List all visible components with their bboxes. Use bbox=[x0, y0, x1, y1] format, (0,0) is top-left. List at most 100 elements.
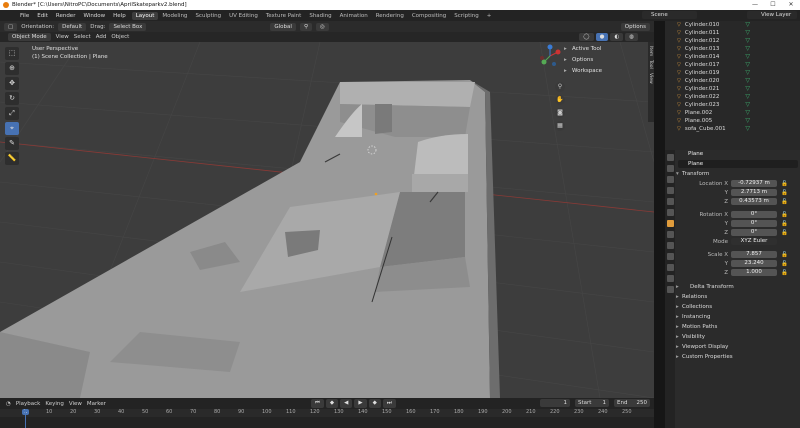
annotate-icon[interactable]: ✎ bbox=[5, 137, 19, 150]
npanel-workspace[interactable]: Workspace bbox=[564, 66, 646, 77]
pan-hand-icon[interactable]: ✋ bbox=[555, 95, 565, 105]
physics-props-icon[interactable] bbox=[666, 253, 674, 260]
scene-props-icon[interactable] bbox=[666, 198, 674, 205]
menu-keying[interactable]: Keying bbox=[45, 401, 63, 407]
scale-icon[interactable]: ⤢ bbox=[5, 107, 19, 120]
viewport-display-panel[interactable]: Viewport Display bbox=[676, 342, 800, 352]
delta-transform-panel[interactable]: Delta Transform bbox=[676, 282, 800, 292]
outliner-item[interactable]: ▽ Cylinder.011 ▽ bbox=[665, 29, 800, 37]
options-dropdown[interactable]: Options bbox=[620, 22, 650, 31]
tool-props-icon[interactable] bbox=[666, 154, 674, 161]
prev-key-icon[interactable]: ◆ bbox=[325, 399, 339, 408]
lock-icon[interactable]: 🔓 bbox=[781, 230, 788, 236]
menu-view[interactable]: View bbox=[56, 34, 69, 40]
3d-viewport[interactable]: User Perspective (1) Scene Collection | … bbox=[0, 42, 654, 398]
menu-playback[interactable]: Playback bbox=[16, 401, 41, 407]
proportional-edit-toggle[interactable]: ◎ bbox=[315, 22, 329, 31]
tab-view[interactable]: View bbox=[648, 73, 653, 84]
close-button[interactable]: ✕ bbox=[782, 0, 800, 10]
scale-z-field[interactable]: 1.000 bbox=[731, 269, 777, 276]
outliner-item[interactable]: ▽ Cylinder.010 ▽ bbox=[665, 21, 800, 29]
material-shading-icon[interactable]: ◐ bbox=[610, 33, 624, 41]
outliner-item[interactable]: ▽ sofa_Cube.001 ▽ bbox=[665, 125, 800, 133]
view-layer-selector[interactable]: View Layer bbox=[747, 11, 797, 19]
zoom-icon[interactable]: ⚲ bbox=[555, 82, 565, 92]
grid-toggle-icon[interactable]: ▦ bbox=[555, 121, 565, 131]
tab-scripting[interactable]: Scripting bbox=[450, 12, 482, 20]
menu-marker[interactable]: Marker bbox=[87, 401, 106, 407]
snap-toggle[interactable]: ⚲ bbox=[299, 22, 312, 31]
transform-icon[interactable]: ⌖ bbox=[5, 122, 19, 135]
object-mode-dropdown[interactable]: Object Mode bbox=[8, 33, 51, 41]
current-frame-field[interactable]: 1 bbox=[540, 399, 570, 407]
transform-orientation-dropdown[interactable]: Global bbox=[270, 22, 296, 31]
material-props-icon[interactable] bbox=[666, 286, 674, 293]
playhead[interactable] bbox=[25, 409, 26, 428]
menu-timeline-view[interactable]: View bbox=[69, 401, 82, 407]
tab-modeling[interactable]: Modeling bbox=[158, 12, 191, 20]
tab-animation[interactable]: Animation bbox=[336, 12, 372, 20]
rotation-y-field[interactable]: 0° bbox=[731, 220, 777, 227]
lock-icon[interactable]: 🔓 bbox=[781, 199, 788, 205]
tab-item[interactable]: Item bbox=[648, 46, 653, 56]
tab-shading[interactable]: Shading bbox=[305, 12, 335, 20]
navigation-gizmo[interactable] bbox=[538, 44, 562, 68]
location-x-field[interactable]: -0.72937 m bbox=[731, 180, 777, 187]
tab-tool[interactable]: Tool bbox=[648, 60, 653, 69]
maximize-button[interactable]: ☐ bbox=[764, 0, 782, 10]
scene-selector[interactable]: Scene bbox=[642, 11, 697, 19]
jump-start-icon[interactable]: ⏮ bbox=[310, 399, 324, 408]
timeline-ruler[interactable]: 1 10 20 30 40 50 60 70 80 90 100 110 120… bbox=[0, 409, 654, 417]
tool-mode-icon[interactable]: ▢ bbox=[4, 22, 18, 31]
measure-icon[interactable]: 📏 bbox=[5, 152, 19, 165]
outliner-item[interactable]: ▽ Plane.002 ▽ bbox=[665, 109, 800, 117]
outliner-item[interactable]: ▽ Cylinder.022 ▽ bbox=[665, 93, 800, 101]
tab-texture-paint[interactable]: Texture Paint bbox=[262, 12, 306, 20]
collections-panel[interactable]: Collections bbox=[676, 302, 800, 312]
menu-help[interactable]: Help bbox=[109, 13, 130, 19]
location-z-field[interactable]: 0.43573 m bbox=[731, 198, 777, 205]
outliner-item[interactable]: ▽ Plane.005 ▽ bbox=[665, 117, 800, 125]
menu-render[interactable]: Render bbox=[52, 13, 80, 19]
area-divider[interactable] bbox=[654, 21, 665, 428]
outliner-item[interactable]: ▽ Cylinder.014 ▽ bbox=[665, 53, 800, 61]
outliner-item[interactable]: ▽ Cylinder.020 ▽ bbox=[665, 77, 800, 85]
outliner-item[interactable]: ▽ Cylinder.017 ▽ bbox=[665, 61, 800, 69]
outliner-item[interactable]: ▽ Cylinder.019 ▽ bbox=[665, 69, 800, 77]
render-props-icon[interactable] bbox=[666, 165, 674, 172]
modifier-props-icon[interactable] bbox=[666, 231, 674, 238]
view-layer-props-icon[interactable] bbox=[666, 187, 674, 194]
particles-props-icon[interactable] bbox=[666, 242, 674, 249]
select-box-icon[interactable]: ⬚ bbox=[5, 47, 19, 60]
scale-y-field[interactable]: 23.240 bbox=[731, 260, 777, 267]
rotation-mode-dropdown[interactable]: XYZ Euler bbox=[731, 238, 777, 245]
npanel-options[interactable]: Options bbox=[564, 55, 646, 66]
rotate-icon[interactable]: ↻ bbox=[5, 92, 19, 105]
outliner-item[interactable]: ▽ Cylinder.021 ▽ bbox=[665, 85, 800, 93]
outliner-item[interactable]: ▽ Cylinder.023 ▽ bbox=[665, 101, 800, 109]
tab-rendering[interactable]: Rendering bbox=[372, 12, 408, 20]
tab-compositing[interactable]: Compositing bbox=[408, 12, 450, 20]
constraints-props-icon[interactable] bbox=[666, 264, 674, 271]
scale-x-field[interactable]: 7.857 bbox=[731, 251, 777, 258]
jump-end-icon[interactable]: ⏭ bbox=[382, 399, 396, 408]
add-workspace-button[interactable]: + bbox=[483, 12, 496, 20]
cursor-icon[interactable]: ⊕ bbox=[5, 62, 19, 75]
rotation-z-field[interactable]: 0° bbox=[731, 229, 777, 236]
next-key-icon[interactable]: ◆ bbox=[368, 399, 381, 408]
rendered-shading-icon[interactable]: ◍ bbox=[625, 33, 638, 41]
play-reverse-icon[interactable]: ◀ bbox=[340, 399, 353, 408]
lock-icon[interactable]: 🔓 bbox=[781, 252, 788, 258]
menu-window[interactable]: Window bbox=[79, 13, 109, 19]
custom-properties-panel[interactable]: Custom Properties bbox=[676, 352, 800, 362]
outliner-item[interactable]: ▽ Cylinder.013 ▽ bbox=[665, 45, 800, 53]
output-props-icon[interactable] bbox=[666, 176, 674, 183]
menu-file[interactable]: File bbox=[16, 13, 33, 19]
lock-icon[interactable]: 🔓 bbox=[781, 261, 788, 267]
play-icon[interactable]: ▶ bbox=[354, 399, 367, 408]
relations-panel[interactable]: Relations bbox=[676, 292, 800, 302]
move-icon[interactable]: ✥ bbox=[5, 77, 19, 90]
wireframe-shading-icon[interactable]: ◯ bbox=[579, 33, 594, 41]
outliner-item[interactable]: ▽ Cylinder.012 ▽ bbox=[665, 37, 800, 45]
data-props-icon[interactable] bbox=[666, 275, 674, 282]
